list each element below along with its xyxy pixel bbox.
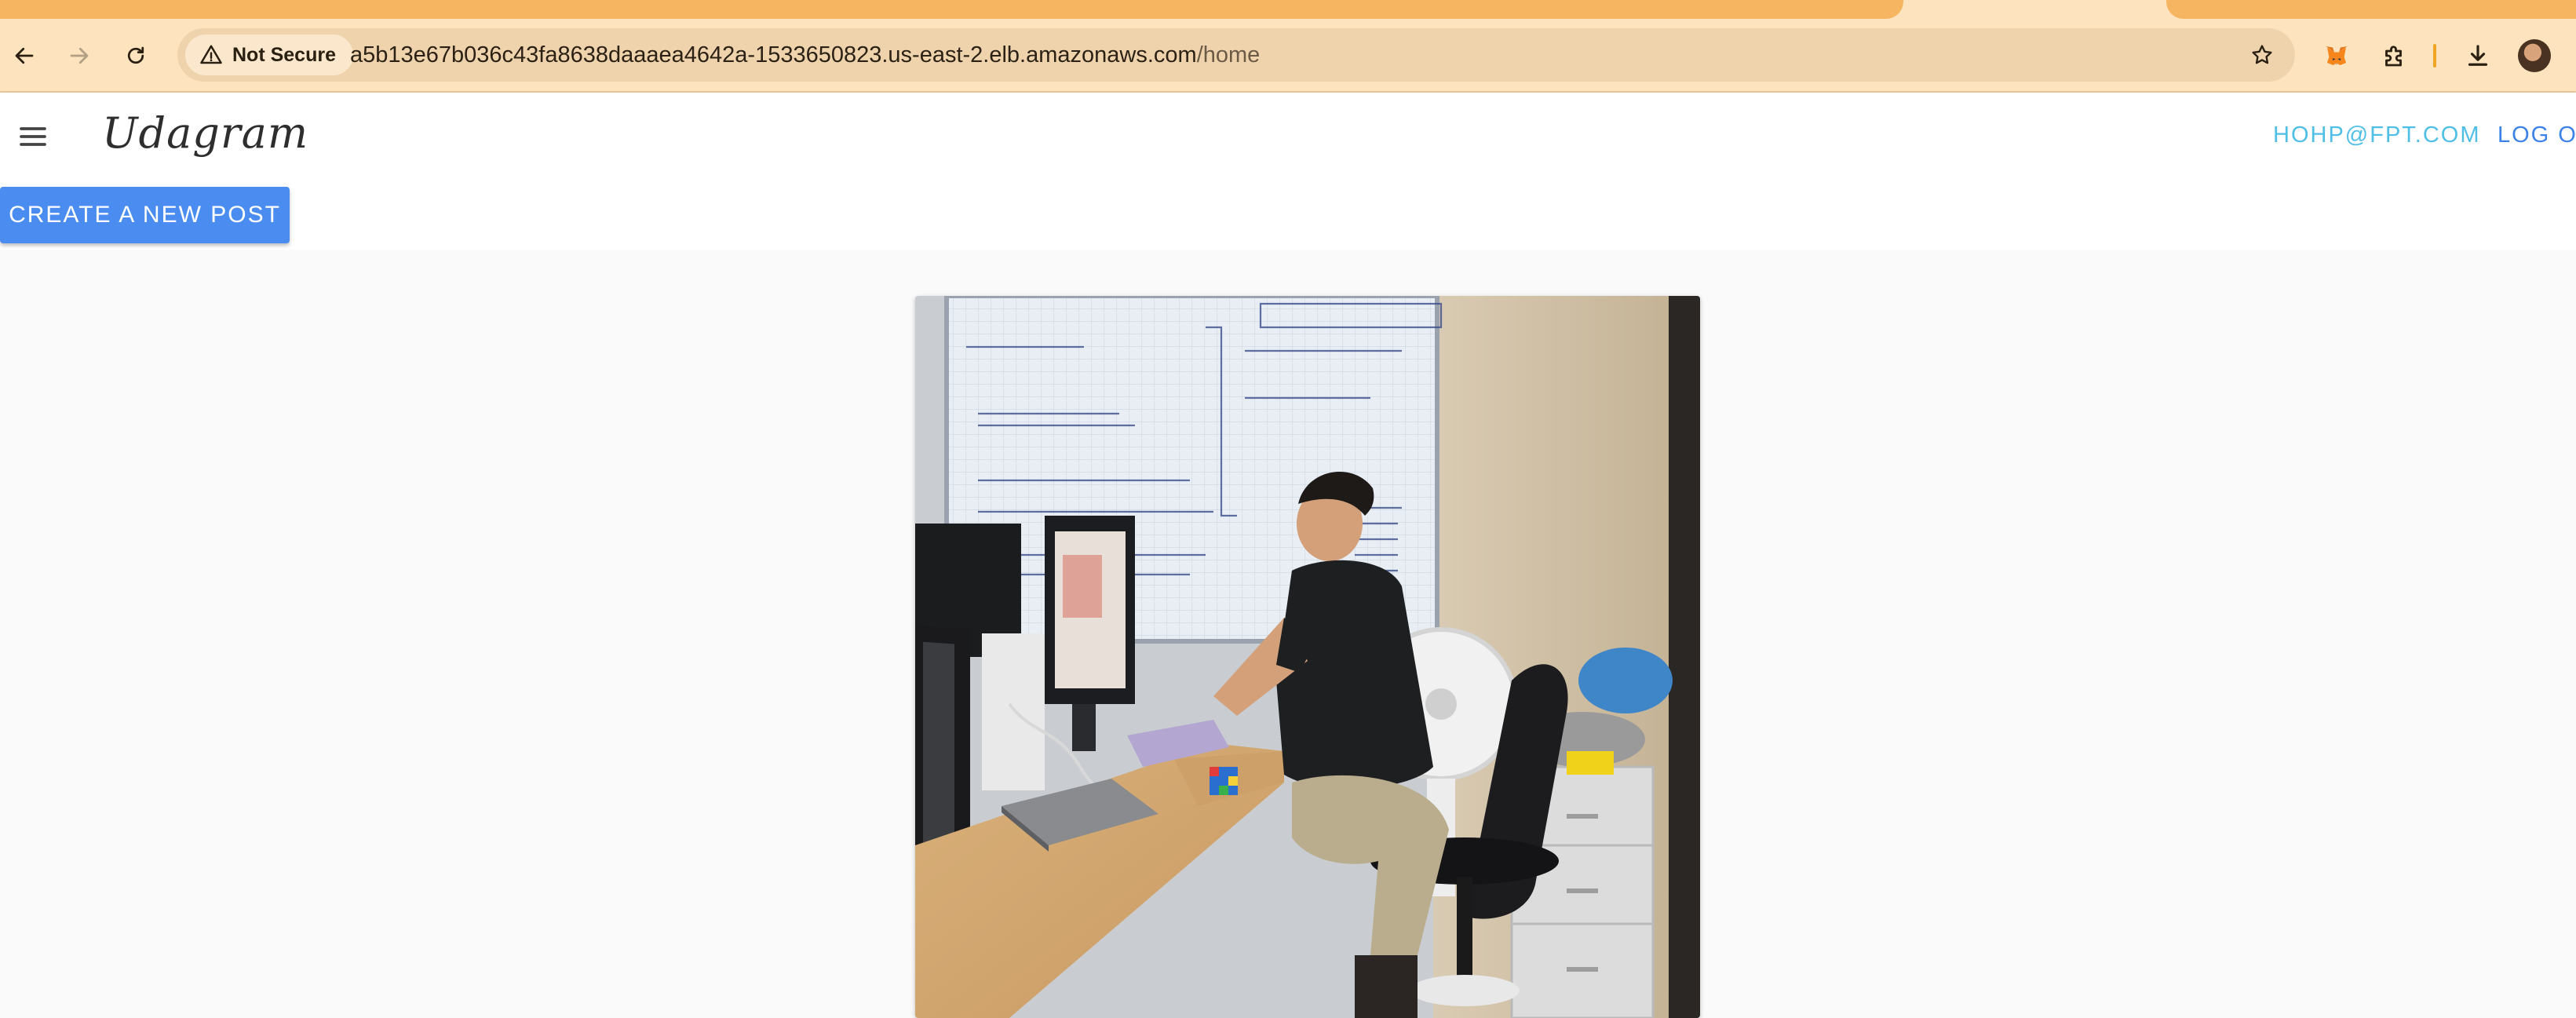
- action-bar: [0, 181, 2576, 250]
- background-tab[interactable]: [2166, 0, 2576, 19]
- url-host: a5b13e67b036c43fa8638daaaea4642a-1533650…: [350, 42, 1197, 68]
- post-card[interactable]: [915, 296, 1700, 1018]
- browser-toolbar: Not Secure a5b13e67b036c43fa8638daaaea46…: [0, 19, 2576, 93]
- forward-icon: [70, 47, 89, 64]
- back-icon: [15, 47, 34, 64]
- background-tab[interactable]: [0, 0, 1903, 19]
- create-post-button[interactable]: CREATE A NEW POST: [0, 187, 290, 243]
- warning-icon: [200, 45, 222, 64]
- puzzle-extension-icon: [2385, 46, 2402, 67]
- feed: [0, 250, 2576, 1018]
- extensions-button[interactable]: [2373, 35, 2416, 77]
- url-text[interactable]: a5b13e67b036c43fa8638daaaea4642a-1533650…: [350, 28, 1260, 82]
- star-icon: [2252, 45, 2272, 64]
- back-button[interactable]: [2, 33, 47, 78]
- menu-button[interactable]: [11, 115, 55, 159]
- forward-button[interactable]: [57, 33, 102, 78]
- profile-avatar[interactable]: [2518, 39, 2551, 72]
- address-bar[interactable]: Not Secure a5b13e67b036c43fa8638daaaea46…: [177, 28, 2295, 82]
- browser-tab-strip: [0, 0, 2576, 19]
- fox-extension-icon: [2326, 46, 2348, 65]
- url-path: /home: [1196, 42, 1261, 68]
- post-image: [915, 296, 1700, 1018]
- app-header: Udagram HOHP@FPT.COM LOG OUT: [0, 93, 2576, 181]
- hamburger-menu-icon: [20, 127, 46, 146]
- app-brand[interactable]: Udagram: [102, 108, 308, 158]
- reload-button[interactable]: [113, 33, 159, 78]
- toolbar-separator: [2433, 44, 2436, 68]
- logout-button[interactable]: LOG OUT: [2498, 122, 2576, 148]
- user-email-link[interactable]: HOHP@FPT.COM: [2273, 122, 2481, 148]
- downloads-button[interactable]: [2457, 35, 2499, 77]
- download-icon: [2468, 45, 2488, 66]
- reload-icon: [127, 46, 144, 64]
- security-label: Not Secure: [232, 43, 336, 66]
- bookmark-button[interactable]: [2243, 36, 2281, 74]
- site-security-chip[interactable]: Not Secure: [185, 35, 353, 75]
- metamask-extension-button[interactable]: [2315, 35, 2358, 77]
